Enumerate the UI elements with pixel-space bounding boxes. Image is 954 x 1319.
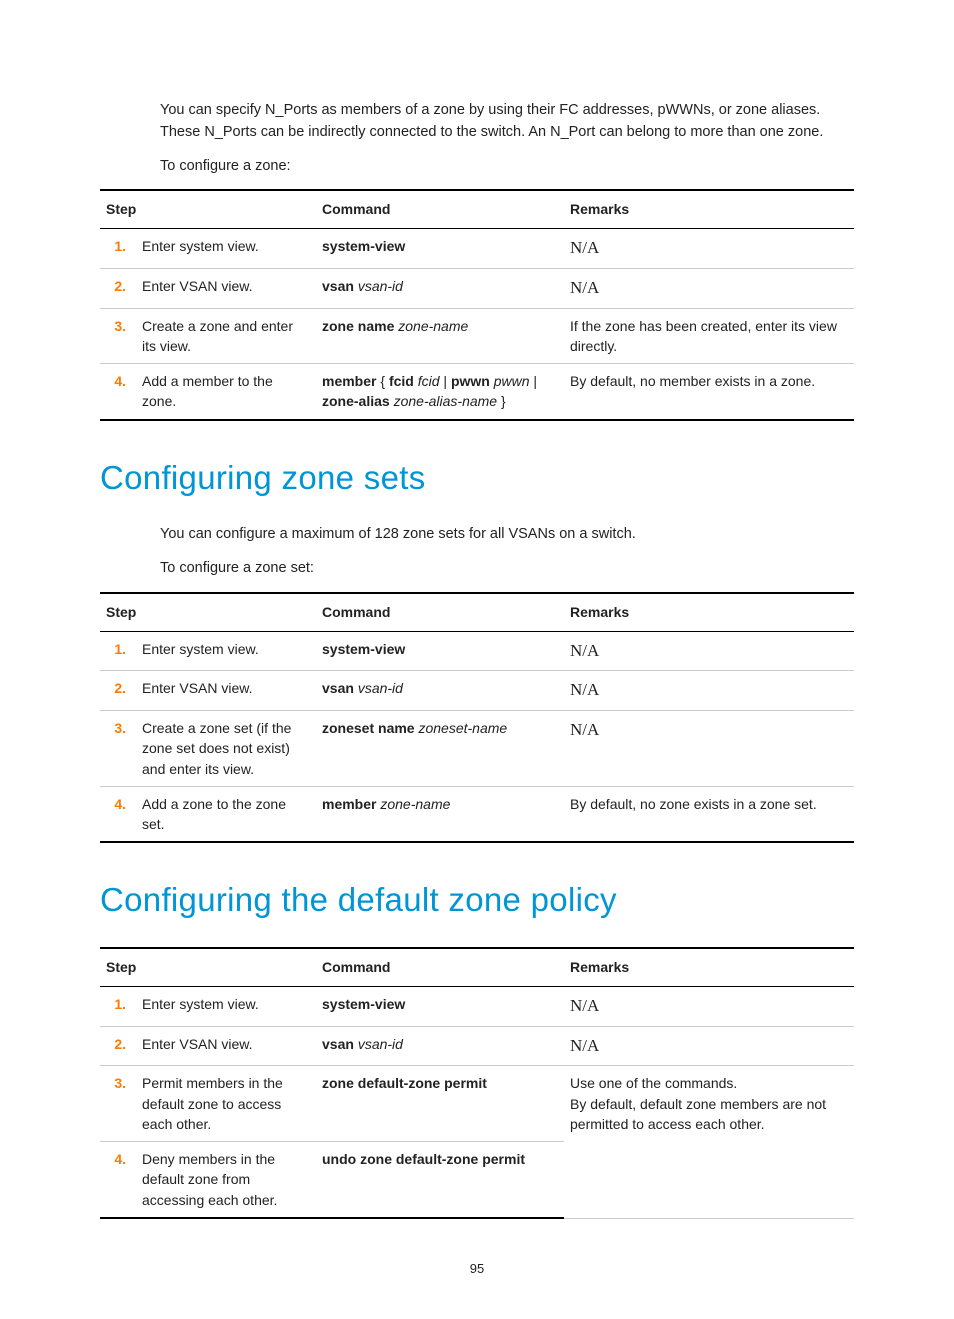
command-cell: undo zone default-zone permit [316, 1142, 564, 1218]
step-number: 4. [100, 786, 136, 842]
zone-sets-leadin: To configure a zone set: [160, 558, 854, 580]
step-desc: Enter system view. [136, 986, 316, 1026]
step-desc: Enter VSAN view. [136, 1026, 316, 1066]
table-row: 3.Create a zone set (if the zone set doe… [100, 711, 854, 787]
step-number: 3. [100, 308, 136, 364]
command-cell: system-view [316, 229, 564, 269]
table-row: 3.Permit members in the default zone to … [100, 1066, 854, 1142]
th-remarks: Remarks [564, 190, 854, 229]
command-cell: member zone-name [316, 786, 564, 842]
remarks-cell: N/A [564, 268, 854, 308]
table-configure-zone-set: Step Command Remarks 1.Enter system view… [100, 592, 854, 844]
command-cell: system-view [316, 986, 564, 1026]
step-number: 3. [100, 711, 136, 787]
th-command: Command [316, 593, 564, 632]
step-number: 4. [100, 364, 136, 420]
command-cell: zone name zone-name [316, 308, 564, 364]
page-number: 95 [100, 1259, 854, 1279]
remarks-cell: N/A [564, 1026, 854, 1066]
remarks-cell: By default, no member exists in a zone. [564, 364, 854, 420]
command-cell: vsan vsan-id [316, 1026, 564, 1066]
command-cell: zoneset name zoneset-name [316, 711, 564, 787]
heading-zone-sets: Configuring zone sets [100, 453, 854, 503]
table-row: 2.Enter VSAN view.vsan vsan-idN/A [100, 671, 854, 711]
table-configure-zone: Step Command Remarks 1.Enter system view… [100, 189, 854, 420]
lead-in: To configure a zone: [160, 156, 854, 178]
step-desc: Enter system view. [136, 229, 316, 269]
step-number: 2. [100, 1026, 136, 1066]
command-cell: vsan vsan-id [316, 671, 564, 711]
step-desc: Create a zone and enter its view. [136, 308, 316, 364]
table-row: 1.Enter system view.system-viewN/A [100, 631, 854, 671]
step-number: 2. [100, 671, 136, 711]
command-cell: zone default-zone permit [316, 1066, 564, 1142]
table-row: 4.Add a member to the zone.member { fcid… [100, 364, 854, 420]
intro-paragraph: You can specify N_Ports as members of a … [160, 100, 854, 144]
step-number: 4. [100, 1142, 136, 1218]
remarks-cell: If the zone has been created, enter its … [564, 308, 854, 364]
th-step: Step [100, 593, 316, 632]
command-cell: member { fcid fcid | pwwn pwwn | zone-al… [316, 364, 564, 420]
table-row: 1.Enter system view.system-viewN/A [100, 229, 854, 269]
th-command: Command [316, 190, 564, 229]
step-number: 1. [100, 229, 136, 269]
table-row: 1.Enter system view.system-viewN/A [100, 986, 854, 1026]
table-row: 2.Enter VSAN view.vsan vsan-idN/A [100, 268, 854, 308]
step-desc: Enter system view. [136, 631, 316, 671]
command-cell: system-view [316, 631, 564, 671]
step-desc: Add a zone to the zone set. [136, 786, 316, 842]
remarks-cell: N/A [564, 671, 854, 711]
th-step: Step [100, 948, 316, 987]
remarks-cell: N/A [564, 986, 854, 1026]
step-number: 1. [100, 986, 136, 1026]
step-desc: Create a zone set (if the zone set does … [136, 711, 316, 787]
remarks-cell: N/A [564, 631, 854, 671]
step-desc: Enter VSAN view. [136, 268, 316, 308]
th-step: Step [100, 190, 316, 229]
step-number: 1. [100, 631, 136, 671]
step-desc: Enter VSAN view. [136, 671, 316, 711]
step-number: 2. [100, 268, 136, 308]
table-row: 2.Enter VSAN view.vsan vsan-idN/A [100, 1026, 854, 1066]
step-desc: Add a member to the zone. [136, 364, 316, 420]
table-row: 4.Add a zone to the zone set.member zone… [100, 786, 854, 842]
remarks-cell: N/A [564, 229, 854, 269]
remarks-cell: By default, no zone exists in a zone set… [564, 786, 854, 842]
th-remarks: Remarks [564, 948, 854, 987]
heading-default-zone-policy: Configuring the default zone policy [100, 875, 854, 925]
zone-sets-desc: You can configure a maximum of 128 zone … [160, 524, 854, 546]
table-row: 3.Create a zone and enter its view.zone … [100, 308, 854, 364]
step-desc: Permit members in the default zone to ac… [136, 1066, 316, 1142]
step-desc: Deny members in the default zone from ac… [136, 1142, 316, 1218]
th-command: Command [316, 948, 564, 987]
step-number: 3. [100, 1066, 136, 1142]
table-default-zone-policy: Step Command Remarks 1.Enter system view… [100, 947, 854, 1219]
th-remarks: Remarks [564, 593, 854, 632]
command-cell: vsan vsan-id [316, 268, 564, 308]
remarks-cell: Use one of the commands.By default, defa… [564, 1066, 854, 1218]
remarks-cell: N/A [564, 711, 854, 787]
